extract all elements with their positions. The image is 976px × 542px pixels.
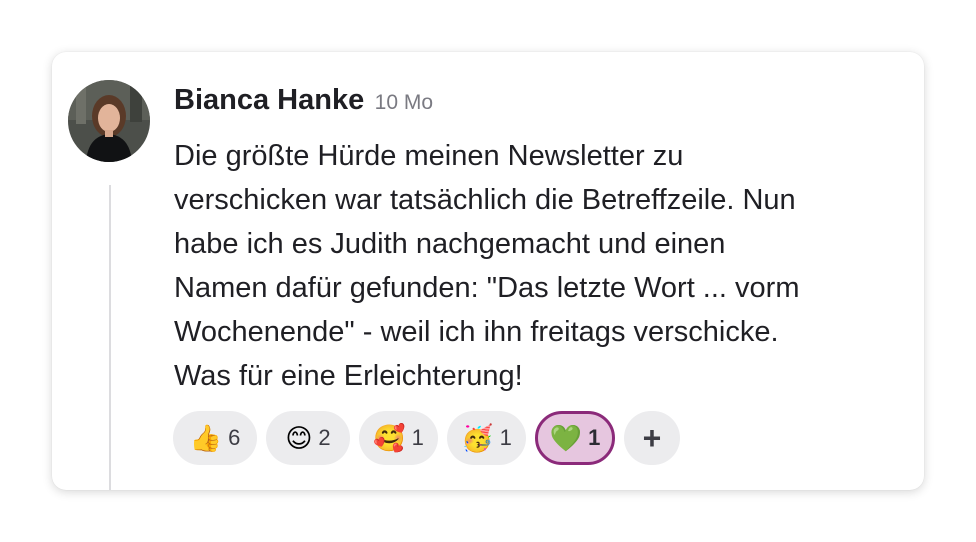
green-heart-icon: 💚 bbox=[549, 423, 583, 453]
thumbs-up-icon: 👍 bbox=[189, 423, 223, 453]
reaction-thumbs-up[interactable]: 👍 6 bbox=[173, 411, 257, 465]
partying-face-icon: 🥳 bbox=[461, 423, 494, 453]
reaction-count: 1 bbox=[588, 425, 601, 450]
reaction-count: 1 bbox=[411, 425, 424, 450]
reaction-count: 2 bbox=[318, 425, 331, 450]
plus-icon: + bbox=[642, 420, 662, 456]
message-line: habe ich es Judith nachgemacht und einen bbox=[174, 228, 726, 260]
reaction-smile[interactable]: 😊 2 bbox=[266, 411, 350, 465]
author-name[interactable]: Bianca Hanke bbox=[174, 84, 364, 116]
reaction-party-face[interactable]: 🥳 1 bbox=[447, 411, 526, 465]
reaction-green-heart[interactable]: 💚 1 bbox=[535, 411, 615, 465]
reaction-count: 1 bbox=[499, 425, 512, 450]
message-line: Was für eine Erleichterung! bbox=[174, 360, 523, 392]
avatar-photo bbox=[68, 80, 150, 162]
thread-line bbox=[109, 185, 111, 490]
add-reaction-button[interactable]: + bbox=[624, 411, 680, 465]
comment-header: Bianca Hanke 10 Mo bbox=[174, 84, 433, 117]
reaction-bar: 👍 6 😊 2 🥰 1 🥳 1 💚 1 + bbox=[173, 411, 680, 465]
comment-card: Bianca Hanke 10 Mo Die größte Hürde mein… bbox=[52, 52, 924, 490]
message-line: verschicken war tatsächlich die Betreffz… bbox=[174, 184, 796, 216]
reaction-hearts-face[interactable]: 🥰 1 bbox=[359, 411, 438, 465]
message-line: Namen dafür gefunden: "Das letzte Wort .… bbox=[174, 272, 800, 304]
message-line: Die größte Hürde meinen Newsletter zu bbox=[174, 140, 684, 172]
smiling-face-icon: 😊 bbox=[285, 423, 313, 453]
message-line: Wochenende" - weil ich ihn freitags vers… bbox=[174, 316, 779, 348]
avatar[interactable] bbox=[68, 80, 150, 162]
comment-body: Die größte Hürde meinen Newsletter zu ve… bbox=[174, 134, 914, 398]
timestamp[interactable]: 10 Mo bbox=[375, 91, 433, 114]
reaction-count: 6 bbox=[228, 425, 241, 450]
smiling-face-with-hearts-icon: 🥰 bbox=[373, 423, 406, 453]
